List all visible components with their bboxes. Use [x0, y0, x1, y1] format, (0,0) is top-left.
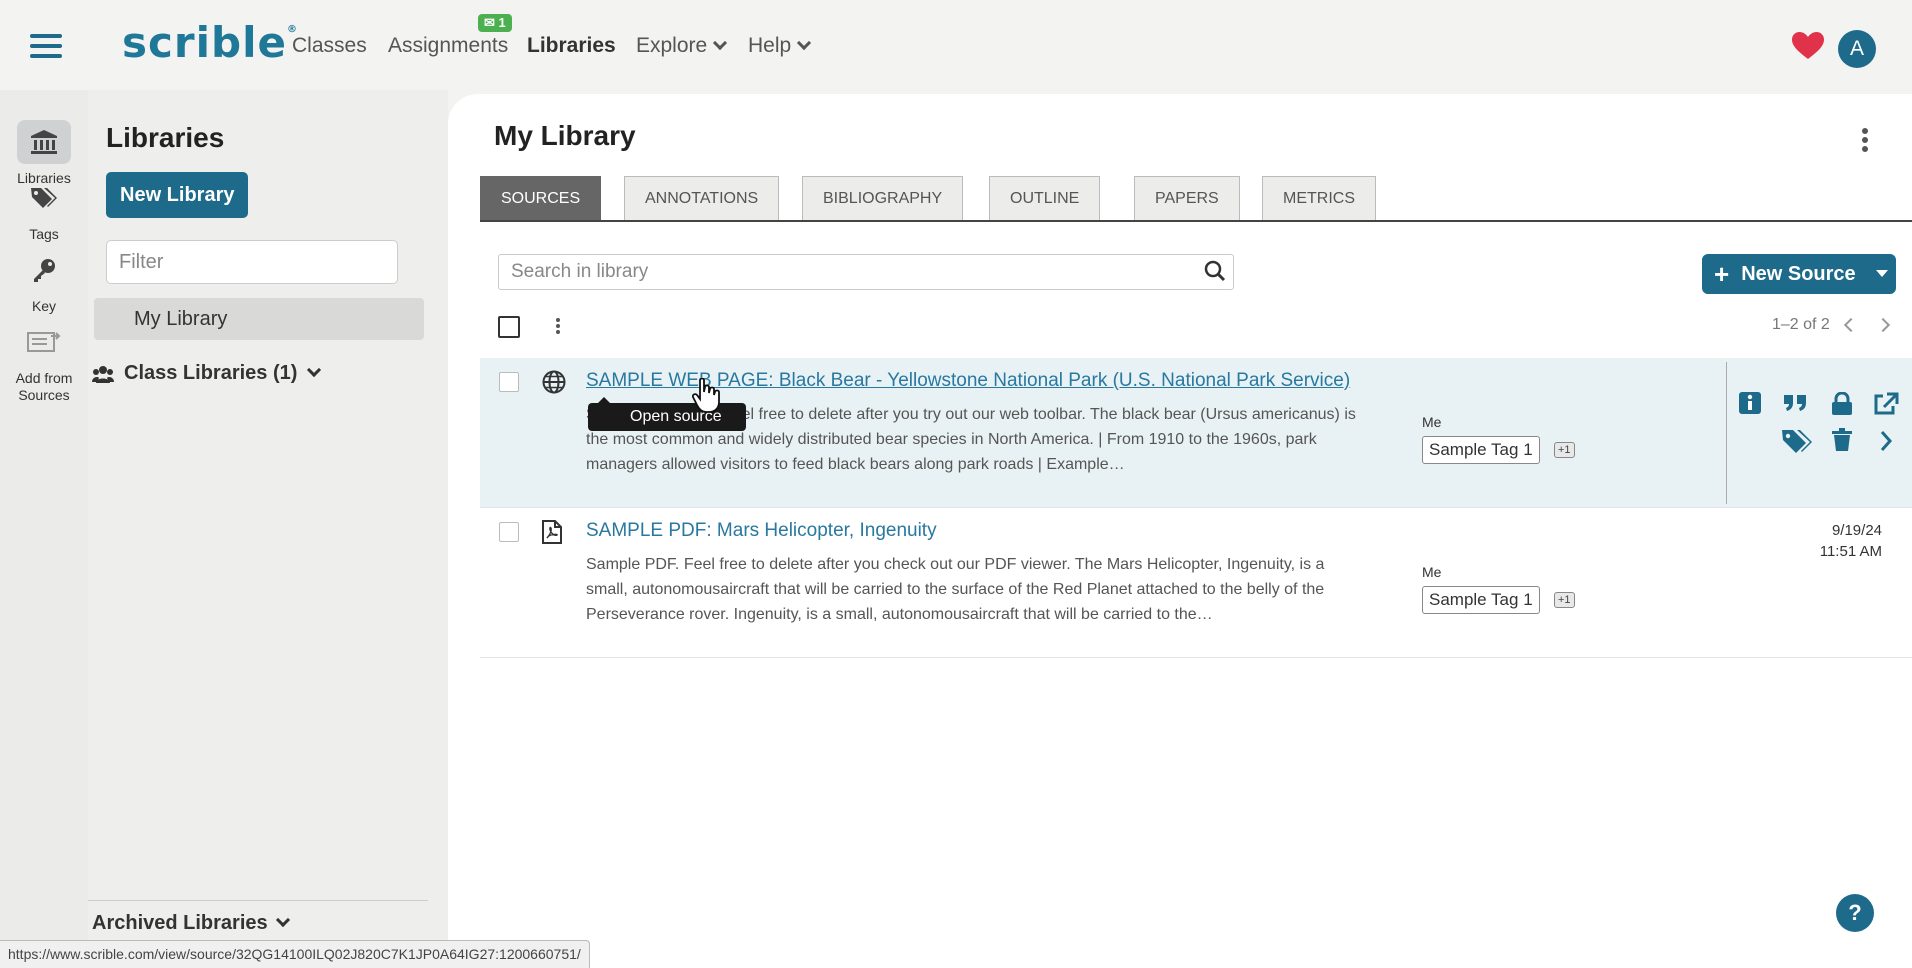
class-libraries-toggle[interactable]: Class Libraries (1) — [92, 362, 322, 385]
chevron-right-icon[interactable] — [1875, 317, 1890, 333]
left-icon-rail: Libraries Tags Key Add from Sources — [0, 90, 88, 968]
hand-cursor-icon — [692, 378, 720, 413]
source-owner: Me — [1422, 564, 1442, 580]
assignments-badge: ✉ 1 — [478, 14, 512, 32]
help-button[interactable]: ? — [1836, 894, 1874, 932]
chevron-down-icon — [307, 362, 322, 377]
scrible-logo[interactable]: scrible® — [122, 18, 298, 67]
chevron-down-icon — [275, 912, 290, 928]
chevron-right-icon[interactable] — [1879, 430, 1893, 452]
chevron-down-icon — [713, 35, 728, 51]
users-icon — [92, 365, 114, 383]
tag-chip[interactable]: Sample Tag 1 — [1422, 436, 1540, 464]
pdf-icon — [542, 520, 562, 544]
source-owner: Me — [1422, 414, 1442, 430]
source-date: 9/19/24 11:51 AM — [1820, 520, 1882, 562]
source-title-link[interactable]: SAMPLE PDF: Mars Helicopter, Ingenuity — [586, 520, 937, 542]
nav-libraries[interactable]: Libraries — [527, 34, 616, 58]
external-link-icon[interactable] — [1873, 392, 1899, 416]
globe-icon — [542, 370, 566, 394]
rail-label: Tags — [29, 226, 59, 242]
rail-label: Add from Sources — [15, 370, 73, 403]
row-checkbox[interactable] — [499, 372, 519, 392]
top-navbar: scrible® Classes ✉ 1 Assignments Librari… — [0, 0, 1912, 90]
row-checkbox[interactable] — [499, 522, 519, 542]
tab-sources[interactable]: SOURCES — [480, 176, 602, 220]
source-row[interactable]: SAMPLE PDF: Mars Helicopter, Ingenuity S… — [480, 508, 1912, 658]
libraries-panel: Libraries New Library My Library Class L… — [88, 90, 448, 968]
more-tags-badge[interactable]: +1 — [1554, 592, 1575, 608]
select-all-checkbox[interactable] — [498, 316, 520, 338]
new-library-button[interactable]: New Library — [106, 172, 249, 218]
tab-papers[interactable]: PAPERS — [1134, 176, 1240, 220]
user-avatar[interactable]: A — [1838, 30, 1876, 68]
tab-outline[interactable]: OUTLINE — [989, 176, 1101, 220]
nav-help[interactable]: Help — [748, 34, 812, 58]
pagination-label: 1–2 of 2 — [1772, 316, 1830, 333]
nav-assignments[interactable]: Assignments — [388, 34, 508, 58]
trash-icon[interactable] — [1831, 428, 1853, 452]
plus-icon: + — [1714, 258, 1730, 289]
rail-item-add-from-sources[interactable]: Add from Sources — [0, 320, 88, 404]
rail-label: Key — [31, 298, 57, 314]
pagination: 1–2 of 2 — [1772, 316, 1890, 334]
source-date-day: 9/19/24 — [1831, 522, 1882, 539]
tab-bibliography[interactable]: BIBLIOGRAPHY — [802, 176, 964, 220]
search-icon[interactable] — [1204, 260, 1226, 282]
nav-classes[interactable]: Classes — [292, 34, 367, 58]
rail-item-key[interactable]: Key — [0, 248, 88, 314]
bank-icon — [17, 120, 71, 164]
source-description: Sample PDF. Feel free to delete after yo… — [586, 556, 1325, 623]
library-item-my-library[interactable]: My Library — [94, 298, 424, 340]
caret-down-icon[interactable] — [1876, 270, 1888, 277]
hamburger-menu-icon[interactable] — [30, 34, 62, 60]
rail-item-tags[interactable]: Tags — [0, 176, 88, 242]
add-sources-icon — [17, 320, 71, 364]
tab-annotations[interactable]: ANNOTATIONS — [624, 176, 780, 220]
main-content: My Library SOURCES ANNOTATIONS BIBLIOGRA… — [448, 94, 1912, 968]
row-actions — [1726, 362, 1912, 504]
nav-explore[interactable]: Explore — [636, 34, 728, 58]
library-search-input[interactable] — [498, 254, 1234, 290]
tags-icon[interactable] — [1781, 428, 1813, 454]
info-icon[interactable] — [1739, 392, 1761, 414]
tab-bar: SOURCES ANNOTATIONS BIBLIOGRAPHY OUTLINE… — [480, 176, 1912, 222]
status-bar-url: https://www.scrible.com/view/source/32QG… — [0, 940, 590, 968]
chevron-down-icon — [797, 35, 812, 51]
archived-libraries-toggle[interactable]: Archived Libraries — [92, 912, 290, 935]
more-options-icon[interactable] — [1862, 128, 1872, 155]
key-icon — [17, 248, 71, 292]
tag-chip[interactable]: Sample Tag 1 — [1422, 586, 1540, 614]
tags-icon — [17, 176, 71, 220]
source-date-time: 11:51 AM — [1819, 543, 1882, 560]
divider — [88, 900, 428, 901]
library-filter-input[interactable] — [106, 240, 398, 284]
page-title: My Library — [494, 120, 636, 151]
heart-icon[interactable] — [1792, 32, 1824, 60]
quote-icon[interactable] — [1783, 394, 1809, 416]
bulk-actions-menu-icon[interactable] — [556, 318, 560, 336]
lock-icon[interactable] — [1831, 392, 1853, 416]
new-source-button[interactable]: + New Source — [1702, 254, 1896, 294]
tab-metrics[interactable]: METRICS — [1262, 176, 1376, 220]
libraries-heading: Libraries — [106, 122, 225, 153]
more-tags-badge[interactable]: +1 — [1554, 442, 1575, 458]
chevron-left-icon[interactable] — [1843, 317, 1858, 333]
